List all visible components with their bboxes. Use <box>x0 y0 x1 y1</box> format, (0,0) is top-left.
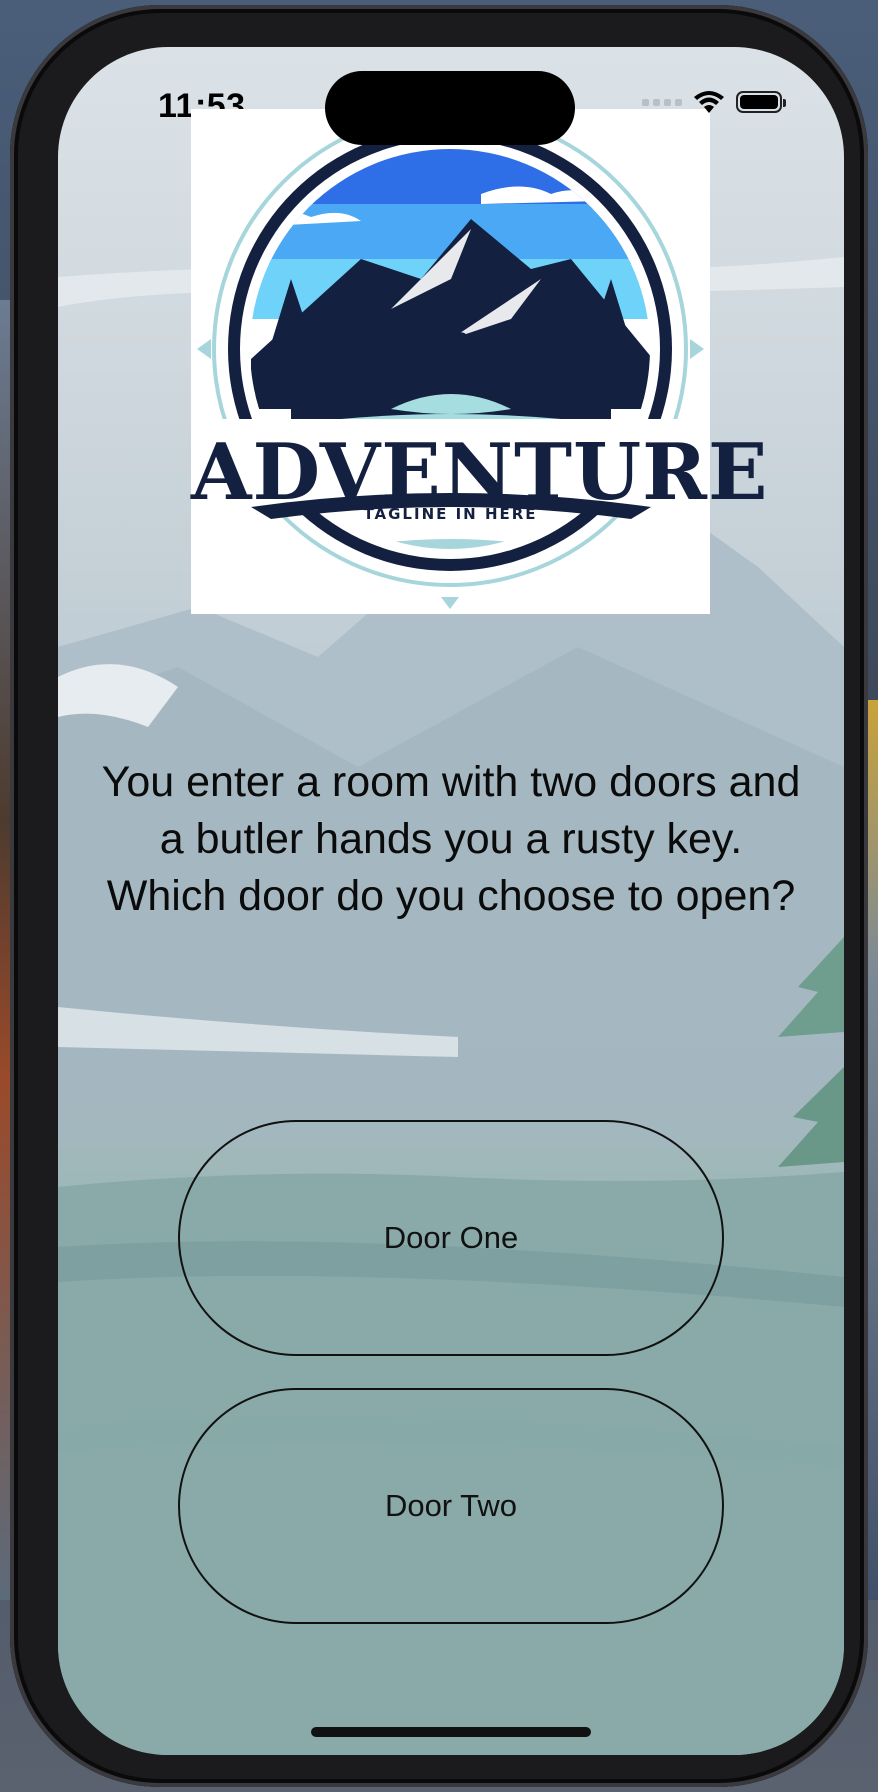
door-one-button[interactable]: Door One <box>178 1120 724 1356</box>
status-icons <box>642 89 786 115</box>
story-text: You enter a room with two doors and a bu… <box>101 758 801 920</box>
dynamic-island <box>325 71 575 145</box>
door-two-button[interactable]: Door Two <box>178 1388 724 1624</box>
cellular-dots-icon <box>642 98 682 106</box>
app-screen: 11:53 ADVENTURE TAGLINE IN HERE You ente… <box>58 47 844 1755</box>
phone-frame: 11:53 ADVENTURE TAGLINE IN HERE You ente… <box>10 5 868 1787</box>
wifi-icon <box>694 91 724 113</box>
battery-icon <box>736 91 786 113</box>
logo-tagline: TAGLINE IN HERE <box>363 505 538 523</box>
adventure-logo: ADVENTURE TAGLINE IN HERE <box>191 109 767 614</box>
home-indicator[interactable] <box>311 1727 591 1737</box>
